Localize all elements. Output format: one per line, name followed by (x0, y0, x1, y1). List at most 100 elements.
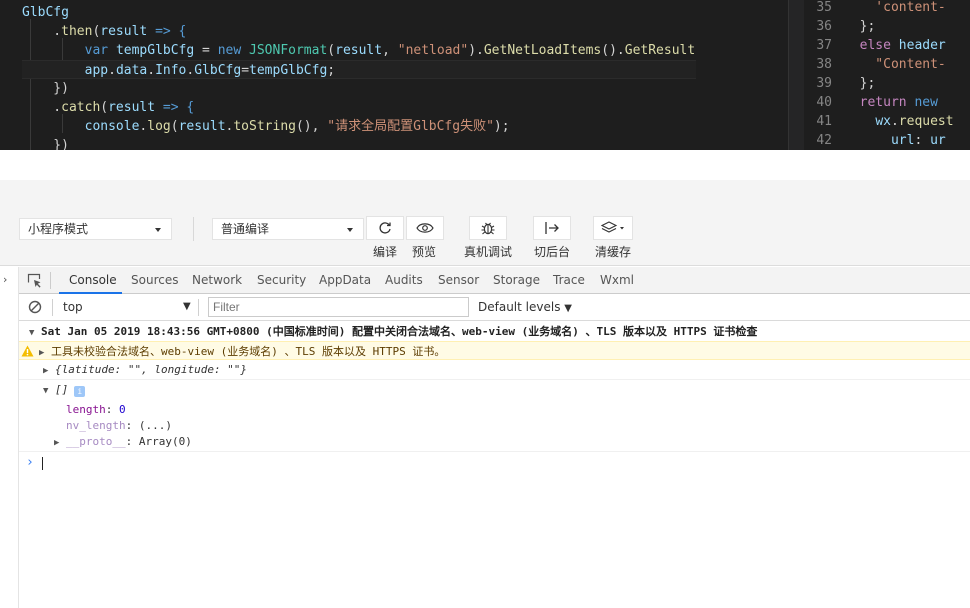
property-key: nv_length (66, 419, 126, 432)
info-badge-icon[interactable]: i (74, 386, 86, 397)
code-token: . (22, 24, 62, 39)
code-token: . (147, 63, 156, 78)
console-log-object[interactable]: ▶ {latitude: "", longitude: ""} (19, 360, 970, 380)
console-warning[interactable]: ▶ 工具未校验合法域名、web-view (业务域名) 、TLS 版本以及 HTT… (19, 341, 970, 360)
tab-wxml[interactable]: Wxml (600, 267, 634, 294)
expanded-triangle-icon: ▼ (29, 328, 35, 338)
code-line[interactable]: var tempGlbCfg = new JSONFormat(result, … (22, 41, 696, 60)
line-number: 39 (816, 76, 832, 91)
context-dropdown-icon[interactable]: ▼ (183, 301, 191, 312)
log-levels-select[interactable]: Default levels ▼ (478, 300, 572, 314)
code-line[interactable]: }) (22, 79, 696, 98)
tab-audits[interactable]: Audits (385, 267, 423, 294)
code-line[interactable]: GlbCfg (22, 3, 696, 22)
tab-appdata[interactable]: AppData (319, 267, 371, 294)
code-line[interactable]: 38 "Content- (804, 55, 954, 74)
code-token: result (108, 100, 156, 115)
toolbar-divider (193, 217, 194, 241)
tab-divider (50, 272, 51, 289)
code-text: }; (844, 17, 876, 36)
clear-cache-button[interactable] (593, 216, 633, 240)
code-token: GetNetLoadItems (483, 43, 602, 58)
tab-console[interactable]: Console (69, 267, 117, 294)
inspect-element-icon[interactable] (27, 273, 42, 288)
property-value: 0 (119, 403, 126, 416)
tab-sensor[interactable]: Sensor (438, 267, 479, 294)
code-editor-left[interactable]: GlbCfg .then(result => { var tempGlbCfg … (0, 0, 696, 150)
line-number: 36 (816, 19, 832, 34)
clear-cache-label: 清缓存 (595, 245, 632, 259)
code-line[interactable]: 35 'content- (804, 0, 954, 17)
tab-sources[interactable]: Sources (131, 267, 178, 294)
chevron-right-icon[interactable]: › (3, 273, 7, 286)
compile-button[interactable] (366, 216, 404, 240)
tab-security[interactable]: Security (257, 267, 306, 294)
code-token: "Content- (844, 57, 946, 72)
code-line[interactable]: 37 else header (804, 36, 954, 55)
console-log-array[interactable]: ▼ [] i (19, 380, 970, 400)
collapsed-triangle-icon: ▶ (43, 366, 49, 376)
filter-input[interactable] (208, 297, 469, 317)
code-token: catch (61, 100, 101, 115)
context-select[interactable]: top (63, 300, 83, 314)
object-property[interactable]: ▶ __proto__: Array(0) (54, 434, 970, 450)
code-token: ( (170, 119, 179, 134)
code-editor-right[interactable]: 35 'content- 36 }; 37 else header 38 "Conte… (804, 0, 970, 150)
switch-background-icon (545, 222, 559, 234)
code-text: 'content- (844, 0, 945, 17)
line-number: 41 (816, 114, 832, 129)
code-token: ). (468, 43, 484, 58)
console-filter-bar: top ▼ Default levels ▼ (19, 294, 970, 321)
code-text: url: ur (844, 131, 946, 150)
code-token: . (890, 114, 899, 129)
code-line[interactable]: 42 url: ur (804, 131, 954, 150)
group-header-text: Sat Jan 05 2019 18:43:56 GMT+0800 (中国标准时… (41, 325, 758, 338)
editor-split-divider[interactable] (788, 0, 804, 150)
code-line[interactable]: 36 }; (804, 17, 954, 36)
tab-network[interactable]: Network (192, 267, 242, 294)
preview-label: 预览 (412, 245, 437, 259)
code-token: result (335, 43, 383, 58)
code-line[interactable]: 41 wx.request (804, 112, 953, 131)
code-token: console (84, 119, 140, 134)
code-line[interactable]: }) (22, 136, 696, 150)
switch-background-button[interactable] (533, 216, 571, 240)
tab-trace[interactable]: Trace (553, 267, 585, 294)
code-text: else header (844, 36, 946, 55)
preview-button[interactable] (406, 216, 444, 240)
code-line[interactable]: 39 }; (804, 74, 954, 93)
chevron-down-icon (155, 228, 161, 232)
property-key: __proto__ (66, 435, 126, 448)
code-line[interactable]: .catch(result => { (22, 98, 696, 117)
code-token: . (22, 100, 62, 115)
code-token: => { (147, 24, 187, 39)
console-group-header[interactable]: ▼ Sat Jan 05 2019 18:43:56 GMT+0800 (中国标准… (19, 323, 970, 341)
compile-mode-select[interactable]: 普通编译 (212, 218, 364, 240)
object-property[interactable]: nv_length: (...) (66, 418, 970, 434)
clear-console-icon[interactable] (28, 300, 42, 314)
code-line[interactable]: console.log(result.toString(), "请求全局配置Gl… (22, 117, 696, 136)
code-line[interactable]: 40 return new (804, 93, 954, 112)
levels-dropdown-icon: ▼ (564, 303, 572, 314)
code-token: url (890, 133, 915, 148)
code-line[interactable]: .then(result => { (22, 22, 696, 41)
bug-icon (481, 222, 495, 235)
mode-select-value: 小程序模式 (28, 222, 89, 236)
filter-divider (52, 299, 53, 316)
code-token: then (61, 24, 93, 39)
code-token: ur (930, 133, 946, 148)
remote-debug-button[interactable] (469, 216, 507, 240)
console-output[interactable]: ▼ Sat Jan 05 2019 18:43:56 GMT+0800 (中国标准… (19, 321, 970, 608)
mode-select[interactable]: 小程序模式 (19, 218, 172, 240)
line-number: 40 (816, 95, 832, 110)
code-token: ( (100, 100, 109, 115)
log-levels-label: Default levels (478, 300, 561, 314)
compile-label: 编译 (373, 245, 398, 259)
array-preview: [] (55, 383, 69, 396)
tab-storage[interactable]: Storage (493, 267, 540, 294)
code-line[interactable]: app.data.Info.GlbCfg=tempGlbCfg; (22, 60, 696, 79)
console-prompt[interactable]: › (19, 451, 970, 473)
